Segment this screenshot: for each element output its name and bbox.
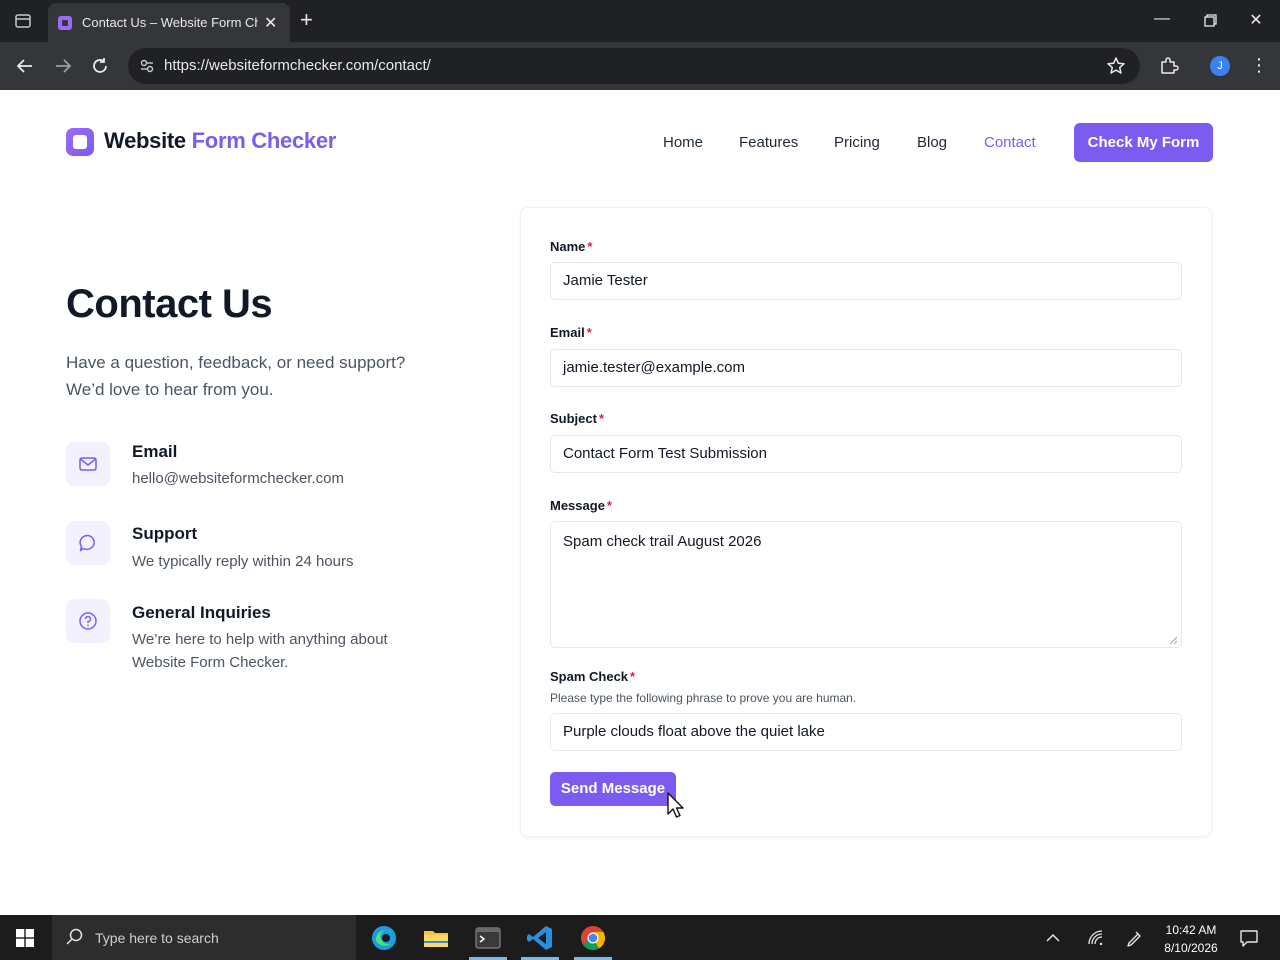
tab-title: Contact Us – Website Form Chec [82, 15, 258, 30]
reload-icon[interactable] [89, 55, 111, 77]
terminal-icon[interactable] [473, 923, 503, 953]
info-email-address[interactable]: hello@websiteformchecker.com [132, 467, 392, 490]
search-icon [66, 928, 83, 945]
name-label-text: Name [550, 239, 586, 254]
name-label: Name * [550, 239, 592, 254]
taskbar-search-placeholder: Type here to search [95, 930, 219, 946]
info-support-title: Support [132, 524, 198, 543]
spam-check-label: Spam Check * [550, 669, 635, 684]
chrome-icon[interactable] [578, 923, 608, 953]
nav-pricing[interactable]: Pricing [834, 134, 880, 151]
back-arrow-icon[interactable] [14, 55, 36, 77]
clock-date: 8/10/2026 [1164, 941, 1218, 955]
clock-time: 10:42 AM [1165, 923, 1217, 937]
tab-search-icon[interactable] [14, 12, 32, 30]
extensions-puzzle-icon[interactable] [1158, 54, 1180, 76]
logo-word-website: Website [104, 128, 186, 153]
spam-check-input[interactable]: Purple clouds float above the quiet lake [550, 713, 1182, 751]
site-logo-icon[interactable] [66, 128, 94, 156]
send-message-button[interactable]: Send Message [550, 772, 676, 806]
message-label-text: Message [550, 498, 605, 513]
required-mark: * [630, 669, 636, 684]
url-text: https://websiteformchecker.com/contact/ [164, 57, 431, 74]
subject-input[interactable]: Contact Form Test Submission [550, 435, 1182, 473]
spam-check-help: Please type the following phrase to prov… [550, 691, 857, 705]
spam-check-label-text: Spam Check [550, 669, 629, 684]
bookmark-star-icon[interactable] [1106, 56, 1126, 76]
browser-tab[interactable]: Contact Us – Website Form Chec ✕ [48, 3, 290, 42]
browser-menu-icon[interactable]: ⋮ [1250, 56, 1268, 74]
required-mark: * [586, 325, 592, 340]
close-window-icon[interactable]: ✕ [1244, 10, 1268, 30]
message-textarea[interactable]: Spam check trail August 2026 [550, 521, 1182, 648]
pen-workspace-icon[interactable] [1124, 928, 1144, 948]
subject-label-text: Subject [550, 411, 597, 426]
taskbar-clock[interactable]: 10:42 AM 8/10/2026 [1160, 921, 1222, 957]
profile-avatar[interactable]: J [1210, 56, 1230, 76]
nav-home[interactable]: Home [663, 134, 703, 151]
address-bar[interactable]: https://websiteformchecker.com/contact/ [128, 48, 1140, 84]
restore-icon[interactable] [1198, 13, 1222, 29]
info-email-title: Email [132, 442, 178, 461]
chat-bubble-icon [66, 521, 110, 565]
tab-close-icon[interactable]: ✕ [264, 13, 277, 33]
help-circle-icon [66, 599, 110, 643]
forward-arrow-icon[interactable] [52, 55, 74, 77]
info-general-title: General Inquiries [132, 603, 271, 622]
browser-tab-bar: Contact Us – Website Form Chec ✕ + — ✕ [0, 0, 1280, 42]
windows-start-icon[interactable] [16, 929, 34, 947]
email-label-text: Email [550, 325, 585, 340]
windows-taskbar: Type here to search 10:42 AM 8/10/2026 [0, 915, 1280, 960]
subject-label: Subject * [550, 411, 604, 426]
required-mark: * [606, 498, 612, 513]
minimize-icon[interactable]: — [1150, 10, 1174, 28]
file-explorer-icon[interactable] [421, 923, 451, 953]
site-info-icon[interactable] [138, 57, 156, 75]
site-logo-text[interactable]: Website Form Checker [104, 128, 336, 154]
new-tab-icon[interactable]: + [300, 9, 313, 31]
resize-grip-icon[interactable] [1169, 636, 1177, 644]
email-label: Email * [550, 325, 592, 340]
mail-icon [66, 442, 110, 486]
edge-browser-icon[interactable] [369, 923, 399, 953]
info-general-text: We’re here to help with anything about W… [132, 631, 388, 671]
taskbar-search-box[interactable]: Type here to search [52, 915, 356, 960]
name-input[interactable]: Jamie Tester [550, 262, 1182, 300]
chevron-up-icon[interactable] [1043, 928, 1063, 948]
nav-contact[interactable]: Contact [984, 134, 1036, 151]
page-title: Contact Us [66, 282, 273, 326]
vscode-icon[interactable] [525, 923, 555, 953]
page-lead-text: Have a question, feedback, or need suppo… [66, 353, 406, 399]
logo-word-form-checker: Form Checker [191, 128, 337, 153]
email-input[interactable]: jamie.tester@example.com [550, 349, 1182, 387]
nav-blog[interactable]: Blog [917, 134, 947, 151]
mouse-cursor-icon [667, 792, 684, 818]
info-support-text: We typically reply within 24 hours [132, 553, 354, 570]
network-icon[interactable] [1086, 928, 1106, 948]
notification-center-icon[interactable] [1238, 927, 1260, 949]
message-label: Message * [550, 498, 612, 513]
required-mark: * [587, 239, 593, 254]
browser-toolbar: https://websiteformchecker.com/contact/ … [0, 42, 1280, 90]
message-text: Spam check trail August 2026 [563, 533, 762, 550]
check-my-form-button[interactable]: Check My Form [1074, 123, 1213, 162]
required-mark: * [598, 411, 605, 426]
nav-features[interactable]: Features [739, 134, 798, 151]
tab-favicon-icon [58, 15, 72, 30]
